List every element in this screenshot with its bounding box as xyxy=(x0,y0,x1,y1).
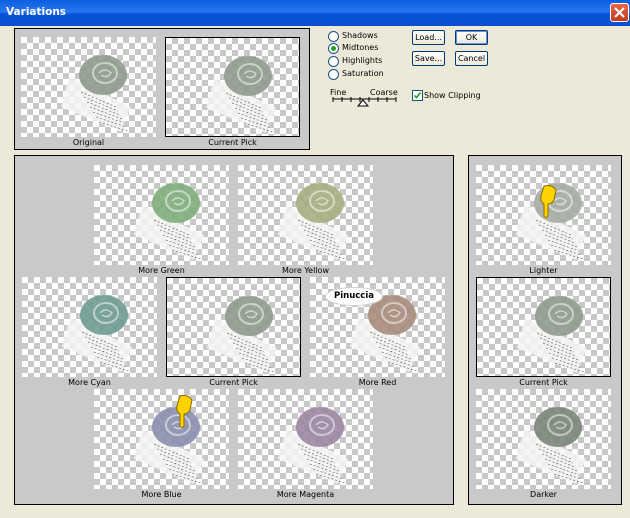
current-pick-brightness-caption: Current Pick xyxy=(519,378,568,387)
rose-image xyxy=(517,296,587,373)
radio-highlights-label: Highlights xyxy=(342,56,383,65)
rose-image xyxy=(62,295,132,372)
rose-image xyxy=(61,55,131,132)
variations-dialog: Variations Original Current Pick Shadows… xyxy=(0,0,630,518)
rose-image xyxy=(134,407,204,484)
more-cyan-caption: More Cyan xyxy=(68,378,111,387)
more-green-thumbnail[interactable] xyxy=(94,165,229,265)
rose-image xyxy=(278,407,348,484)
checkmark-icon xyxy=(413,92,422,99)
close-button[interactable] xyxy=(610,3,629,22)
lighter-caption: Lighter xyxy=(529,266,558,275)
more-magenta-thumbnail[interactable] xyxy=(238,389,373,489)
title-bar: Variations xyxy=(0,0,630,26)
rose-image xyxy=(134,183,204,260)
radio-saturation-dot xyxy=(328,69,339,80)
color-variations-panel: More Green More Yellow More Cyan Current… xyxy=(14,155,454,505)
more-yellow-caption: More Yellow xyxy=(281,266,329,275)
preview-panel: Original Current Pick xyxy=(14,28,310,150)
more-yellow-thumbnail[interactable] xyxy=(238,165,373,265)
show-clipping-checkbox[interactable] xyxy=(412,90,423,101)
current-pick-thumbnail xyxy=(165,37,300,137)
current-pick-caption: Current Pick xyxy=(208,138,257,147)
window-title: Variations xyxy=(6,6,67,18)
fine-coarse-slider[interactable] xyxy=(330,96,400,108)
original-thumbnail xyxy=(21,37,156,137)
radio-midtones-label: Midtones xyxy=(342,43,379,52)
current-pick-brightness-thumbnail[interactable] xyxy=(476,277,611,377)
more-cyan-thumbnail[interactable] xyxy=(22,277,157,377)
more-blue-thumbnail[interactable] xyxy=(94,389,229,489)
watermark-label: Pinuccia xyxy=(326,288,382,305)
more-magenta-caption: More Magenta xyxy=(276,490,335,499)
pointing-hand-icon xyxy=(540,185,557,218)
darker-caption: Darker xyxy=(530,490,557,499)
pointing-hand-icon xyxy=(176,395,193,428)
radio-shadows-label: Shadows xyxy=(342,31,378,40)
cancel-button[interactable]: Cancel xyxy=(455,51,488,66)
close-icon xyxy=(614,7,625,18)
rose-image xyxy=(516,407,586,484)
rose-image xyxy=(207,296,277,373)
load-button[interactable]: Load... xyxy=(412,30,445,45)
current-pick-color-thumbnail[interactable] xyxy=(166,277,301,377)
rose-image xyxy=(206,56,276,133)
ok-button[interactable]: OK xyxy=(455,30,488,45)
darker-thumbnail[interactable] xyxy=(476,389,611,489)
more-red-caption: More Red xyxy=(358,378,397,387)
radio-midtones-dot xyxy=(328,43,339,54)
show-clipping-label: Show Clipping xyxy=(424,91,481,100)
more-green-caption: More Green xyxy=(138,266,185,275)
radio-shadows-dot xyxy=(328,31,339,42)
save-button[interactable]: Save... xyxy=(412,51,445,66)
current-pick-color-caption: Current Pick xyxy=(209,378,258,387)
original-caption: Original xyxy=(72,138,105,147)
rose-image xyxy=(278,183,348,260)
more-blue-caption: More Blue xyxy=(141,490,182,499)
radio-saturation-label: Saturation xyxy=(342,69,384,78)
radio-highlights-dot xyxy=(328,56,339,67)
